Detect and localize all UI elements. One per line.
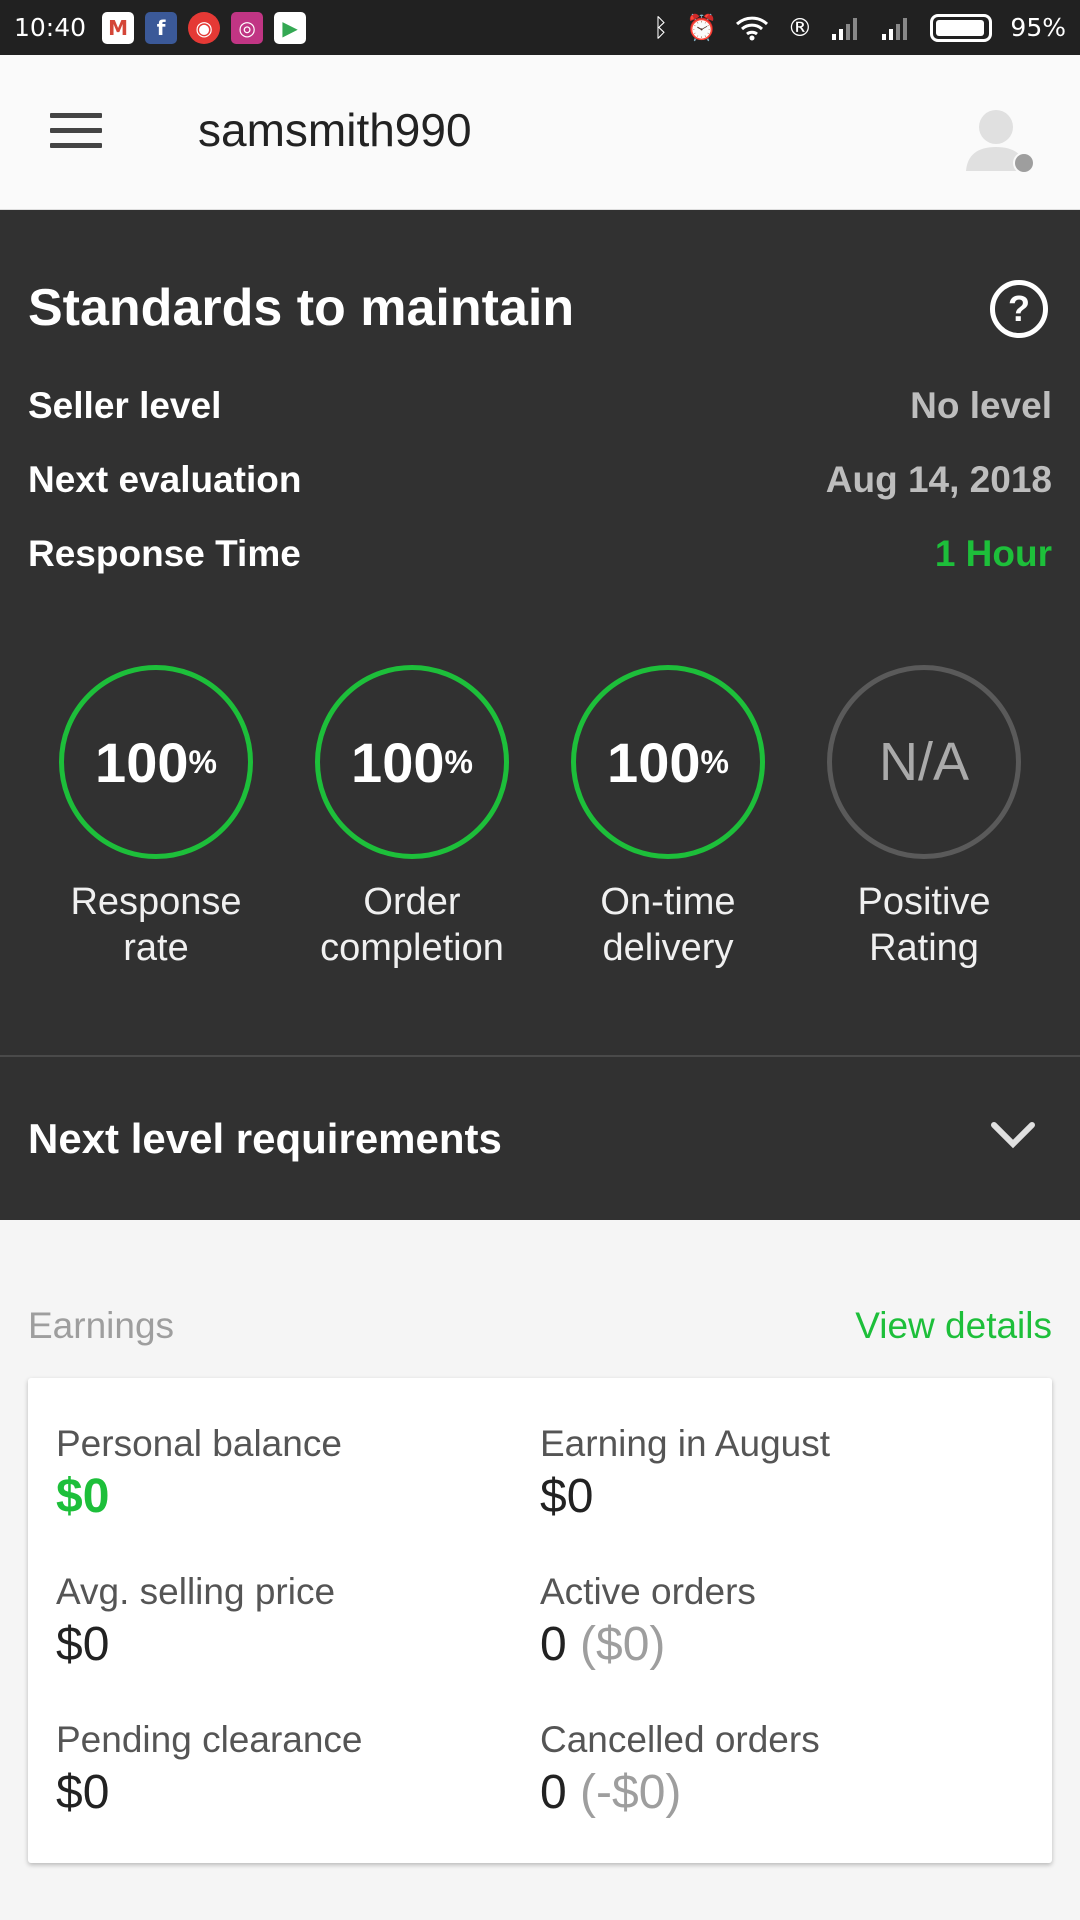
menu-icon[interactable] [50,113,102,149]
next-level-label: Next level requirements [28,1115,502,1162]
stat-ring: 100% [571,665,765,859]
stat-label: On-time delivery [600,881,736,969]
gmail-icon: M [102,11,135,44]
row-value: No level [910,385,1052,426]
app-bar: samsmith990 [0,55,1080,210]
rss-icon: ◉ [188,11,221,44]
next-evaluation-row: Next evaluation Aug 14, 2018 [28,459,1052,501]
stat-label: Order completion [320,881,504,969]
cancelled-orders: Cancelled orders 0 (-$0) [540,1719,1010,1820]
battery-percent: 95% [1010,13,1066,42]
cell-value: 0 (-$0) [540,1766,682,1819]
earning-in-august: Earning in August $0 [540,1423,1010,1524]
stat-ring: 100% [315,665,509,859]
stat-on-time-delivery: 100% On-time delivery [540,665,796,971]
standards-title: Standards to maintain [28,279,575,337]
pending-clearance: Pending clearance $0 [56,1719,526,1820]
help-icon[interactable]: ? [990,280,1048,338]
facebook-icon: f [145,11,178,44]
stat-value: N/A [878,732,970,792]
cell-title: Avg. selling price [56,1571,336,1612]
row-value: 1 Hour [934,533,1052,574]
response-time-row: Response Time 1 Hour [28,533,1052,575]
cell-value-extra: (-$0) [580,1766,682,1819]
cell-title: Earning in August [540,1423,831,1464]
row-label: Seller level [28,385,222,426]
cell-value: $0 [56,1766,110,1819]
stat-label: Response rate [70,881,242,969]
cell-title: Cancelled orders [540,1719,820,1760]
stat-ring: 100% [59,665,253,859]
chevron-down-icon[interactable] [988,1115,1038,1155]
stat-value: 100 [95,730,189,794]
cell-value-extra: ($0) [580,1618,666,1671]
stat-order-completion: 100% Order completion [284,665,540,971]
view-details-link[interactable]: View details [855,1305,1052,1347]
stat-ring: N/A [827,665,1021,859]
stat-value: 100 [351,730,445,794]
registered-icon: ® [787,13,813,42]
earnings-heading: Earnings [28,1305,175,1346]
cell-value: $0 [540,1470,594,1523]
row-label: Next evaluation [28,459,302,500]
standards-panel: Standards to maintain ? Seller level No … [0,210,1080,1057]
cell-title: Personal balance [56,1423,342,1464]
page-title: samsmith990 [198,104,472,156]
signal-icon [832,17,858,40]
stat-unit: % [700,743,729,780]
stat-positive-rating: N/A Positive Rating [796,665,1052,971]
alarm-icon: ⏰ [686,12,718,42]
play-store-icon: ▶ [274,11,307,44]
clock: 10:40 [14,13,87,42]
cell-value: 0 ($0) [540,1618,666,1671]
stat-unit: % [188,743,217,780]
cell-value: $0 [56,1618,110,1671]
cell-value: $0 [56,1470,110,1523]
avatar[interactable] [960,101,1038,179]
instagram-icon: ◎ [231,11,264,44]
row-value: Aug 14, 2018 [825,459,1052,500]
earnings-card: Personal balance $0 Earning in August $0… [28,1378,1052,1863]
stat-label: Positive Rating [857,881,991,969]
row-label: Response Time [28,533,301,574]
avg-selling-price: Avg. selling price $0 [56,1571,526,1672]
cell-title: Active orders [540,1571,756,1612]
next-level-requirements[interactable]: Next level requirements [0,1057,1080,1220]
cell-title: Pending clearance [56,1719,363,1760]
active-orders: Active orders 0 ($0) [540,1571,1010,1672]
personal-balance: Personal balance $0 [56,1423,526,1524]
seller-level-row: Seller level No level [28,385,1052,427]
bluetooth-icon: ᛒ [653,13,669,42]
stat-unit: % [444,743,473,780]
stat-value: 100 [607,730,701,794]
battery-icon [930,13,993,42]
stat-response-rate: 100% Response rate [28,665,284,971]
wifi-icon [736,16,769,40]
signal-icon [882,17,908,40]
status-bar: 10:40 M f ◉ ◎ ▶ ᛒ ⏰ ® 95% [0,0,1080,55]
